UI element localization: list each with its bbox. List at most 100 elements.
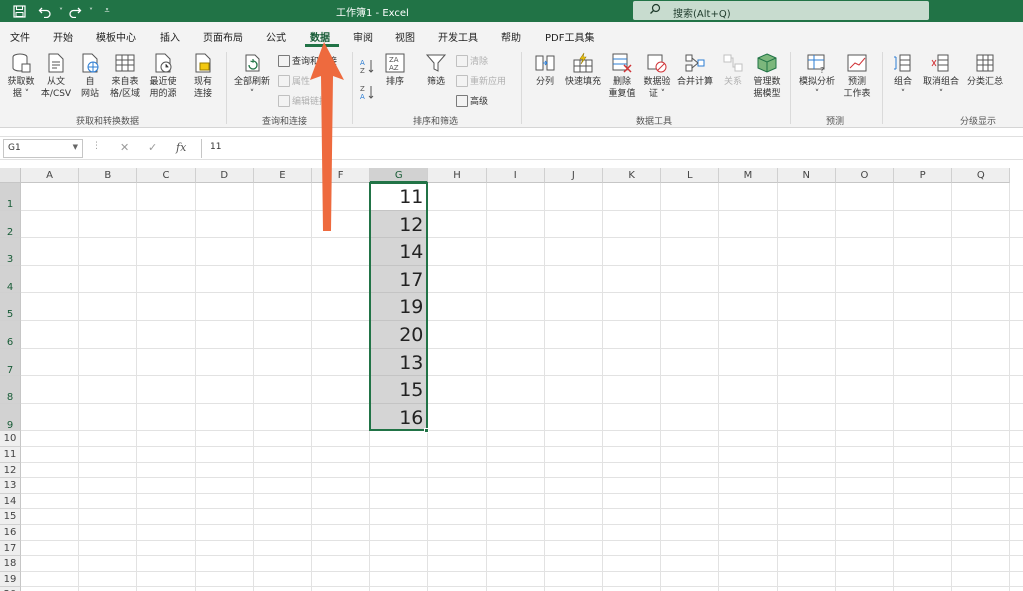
row-header-6[interactable]: 6 [0, 321, 21, 349]
column-header-g[interactable]: G [370, 168, 429, 183]
search-box[interactable]: 搜索(Alt+Q) [633, 1, 929, 20]
svg-text:AZ: AZ [389, 64, 399, 72]
subtotal-button[interactable]: 分类汇总 [964, 52, 1006, 88]
relationships-button[interactable]: 关系 [720, 52, 746, 88]
gridline [21, 430, 1023, 432]
tab-help[interactable]: 帮助 [501, 29, 521, 44]
row-header-18[interactable]: 18 [0, 556, 21, 572]
fill-handle[interactable] [424, 428, 430, 434]
select-all-corner[interactable] [0, 168, 21, 183]
row-header-15[interactable]: 15 [0, 509, 21, 525]
column-header-n[interactable]: N [777, 168, 836, 183]
tab-pdf-tools[interactable]: PDF工具集 [545, 29, 594, 44]
gridline [776, 183, 778, 591]
row-header-1[interactable]: 1 [0, 183, 21, 211]
row-header-17[interactable]: 17 [0, 540, 21, 557]
row-header-16[interactable]: 16 [0, 525, 21, 541]
row-header-10[interactable]: 10 [0, 431, 21, 447]
column-header-c[interactable]: C [137, 168, 196, 183]
recent-sources-button[interactable]: 最近使 用的源 [145, 52, 181, 100]
column-header-h[interactable]: H [428, 168, 487, 183]
row-header-13[interactable]: 13 [0, 478, 21, 494]
row-header-14[interactable]: 14 [0, 493, 21, 510]
column-header-d[interactable]: D [195, 168, 254, 183]
manage-data-model-button[interactable]: 管理数 据模型 [750, 52, 784, 100]
column-header-l[interactable]: L [661, 168, 720, 183]
annotation-arrow-icon [310, 42, 344, 231]
from-web-button[interactable]: 自 网站 [76, 52, 104, 100]
clear-filter-icon [456, 54, 468, 67]
text-to-columns-button[interactable]: 分列 [530, 52, 560, 88]
row-header-4[interactable]: 4 [0, 265, 21, 294]
from-text-csv-button[interactable]: 从文 本/CSV [38, 52, 74, 100]
consolidate-button[interactable]: 合并计算 [674, 52, 716, 88]
svg-text:Z: Z [360, 67, 365, 74]
text-to-columns-icon [535, 55, 555, 71]
column-header-i[interactable]: I [486, 168, 545, 183]
tab-developer[interactable]: 开发工具 [438, 29, 478, 44]
sort-button[interactable]: ZA AZ 排序 [381, 52, 409, 88]
name-box[interactable]: G1 ▼ [3, 139, 83, 158]
ungroup-button[interactable]: 取消组合 ˅ [920, 52, 962, 100]
remove-duplicates-button[interactable]: 删除 重复值 [606, 52, 638, 100]
filter-button[interactable]: 筛选 [421, 52, 451, 88]
gridline [21, 570, 1023, 572]
row-header-9[interactable]: 9 [0, 403, 21, 432]
data-validation-button[interactable]: 数据验 证 ˅ [640, 52, 674, 100]
spreadsheet-grid[interactable]: A B C D E F G H I J K L M N O P Q 1 2 3 4 5 6 7 8 9 10 11 12 13 14 15 16… [0, 168, 1023, 591]
row-header-8[interactable]: 8 [0, 376, 21, 404]
column-header-j[interactable]: J [544, 168, 603, 183]
column-header-q[interactable]: Q [952, 168, 1011, 183]
group-button[interactable]: 组合 ˅ [888, 52, 918, 100]
gridline [485, 183, 487, 591]
tab-view[interactable]: 视图 [395, 29, 415, 44]
flash-fill-button[interactable]: 快速填充 [562, 52, 604, 88]
group-icon [894, 54, 911, 72]
gridline [834, 183, 836, 591]
from-table-range-button[interactable]: 来自表 格/区域 [106, 52, 144, 100]
gridline [21, 209, 1023, 211]
save-icon[interactable] [10, 2, 28, 20]
column-header-p[interactable]: P [894, 168, 953, 183]
row-header-20[interactable]: 20 [0, 587, 21, 591]
row-header-2[interactable]: 2 [0, 210, 21, 239]
tab-file[interactable]: 文件 [10, 29, 30, 44]
tab-template-center[interactable]: 模板中心 [96, 29, 136, 44]
chevron-down-icon[interactable]: ▼ [73, 143, 78, 151]
column-header-m[interactable]: M [719, 168, 778, 183]
row-header-12[interactable]: 12 [0, 462, 21, 479]
ribbon-tabs: 文件 开始 模板中心 插入 页面布局 公式 数据 审阅 视图 开发工具 帮助 P… [0, 22, 1023, 48]
filter-icon [425, 54, 447, 72]
row-header-3[interactable]: 3 [0, 238, 21, 266]
existing-connections-button[interactable]: 现有 连接 [188, 52, 218, 100]
enter-icon[interactable]: ✓ [148, 141, 157, 154]
advanced-filter-button[interactable]: 高级 [456, 94, 488, 107]
get-data-button[interactable]: 获取数 据 ˅ [4, 52, 38, 100]
existing-connections-icon [195, 53, 211, 73]
tab-home[interactable]: 开始 [53, 29, 73, 44]
refresh-all-button[interactable]: 全部刷新 ˅ [231, 52, 273, 100]
formula-bar: G1 ▼ ⋮ ✕ ✓ fx 11 [0, 136, 1023, 160]
insert-function-icon[interactable]: fx [176, 141, 186, 154]
column-header-k[interactable]: K [603, 168, 662, 183]
clear-filter-button[interactable]: 清除 [456, 54, 488, 67]
what-if-analysis-button[interactable]: ? 模拟分析 ˅ [796, 52, 838, 100]
customize-toolbar-icon[interactable]: ⩡ [98, 2, 116, 20]
row-header-19[interactable]: 19 [0, 571, 21, 588]
column-header-a[interactable]: A [21, 168, 80, 183]
tab-insert[interactable]: 插入 [160, 29, 180, 44]
column-header-b[interactable]: B [79, 168, 138, 183]
row-header-5[interactable]: 5 [0, 293, 21, 321]
row-header-7[interactable]: 7 [0, 348, 21, 377]
tab-page-layout[interactable]: 页面布局 [203, 29, 243, 44]
cancel-icon[interactable]: ✕ [120, 141, 129, 154]
column-header-o[interactable]: O [835, 168, 894, 183]
sort-ascending-button[interactable]: AZ [360, 58, 374, 74]
sort-descending-button[interactable]: ZA [360, 84, 374, 100]
table-icon [115, 54, 135, 72]
reapply-button[interactable]: 重新应用 [456, 74, 506, 87]
row-header-11[interactable]: 11 [0, 447, 21, 463]
forecast-sheet-icon [847, 54, 867, 72]
tab-formulas[interactable]: 公式 [266, 29, 286, 44]
forecast-sheet-button[interactable]: 预测 工作表 [840, 52, 874, 100]
